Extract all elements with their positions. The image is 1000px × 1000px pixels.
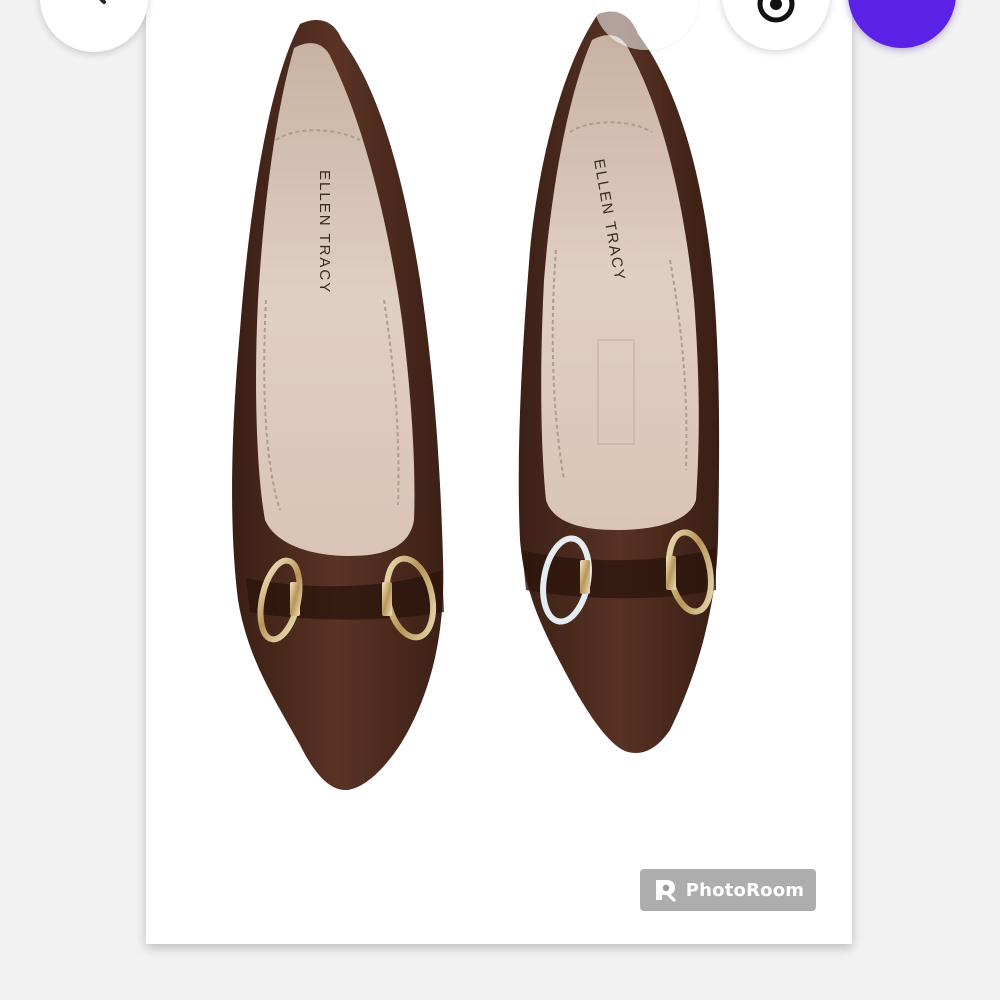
lens-button[interactable] <box>722 0 830 50</box>
add-photo-icon <box>848 0 956 48</box>
lens-search-icon <box>757 0 795 23</box>
watermark-label: PhotoRoom <box>685 879 805 901</box>
screen: ELLEN TRACY ELLEN TRACY PhotoRoom <box>0 0 1000 1000</box>
product-photo[interactable]: ELLEN TRACY ELLEN TRACY <box>146 0 852 944</box>
right-shoe: ELLEN TRACY <box>518 11 720 753</box>
left-shoe-brand-text: ELLEN TRACY <box>316 170 333 294</box>
photoroom-watermark: PhotoRoom <box>640 869 816 911</box>
back-button[interactable] <box>40 0 148 52</box>
photoroom-logo-icon <box>655 880 676 902</box>
back-arrow-icon <box>99 0 106 4</box>
left-shoe: ELLEN TRACY <box>232 19 444 791</box>
add-photo-button[interactable] <box>848 0 956 48</box>
shoes-illustration: ELLEN TRACY ELLEN TRACY <box>232 11 720 791</box>
